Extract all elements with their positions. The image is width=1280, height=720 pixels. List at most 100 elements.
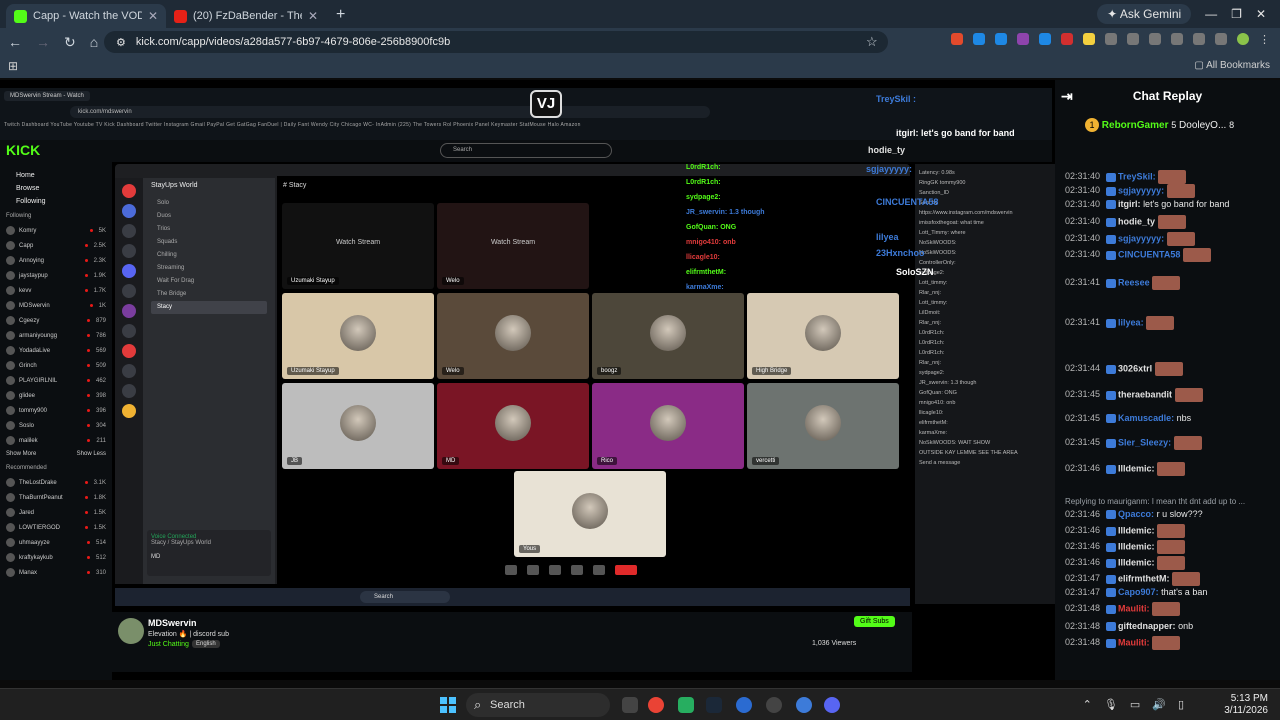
close-window-icon[interactable]: ✕ (1256, 7, 1266, 21)
app-icon[interactable] (796, 697, 812, 713)
list-item: Grinch 509 (6, 358, 106, 373)
extension-icon[interactable] (1017, 33, 1029, 45)
chevron-up-icon[interactable]: ⌃ (1083, 698, 1092, 711)
site-info-icon[interactable]: ⚙ (116, 36, 126, 49)
back-icon[interactable]: ← (8, 34, 22, 50)
ask-gemini-button[interactable]: ✦ Ask Gemini (1097, 4, 1192, 24)
extension-icon[interactable] (1039, 33, 1051, 45)
network-icon[interactable]: ▭ (1130, 698, 1140, 711)
clock[interactable]: 5:13 PM 3/11/2026 (1224, 693, 1268, 717)
call-controls (505, 562, 637, 578)
avatar (6, 421, 15, 430)
extension-icon[interactable] (1193, 33, 1205, 45)
collapse-chat-icon[interactable]: ⇥ (1061, 88, 1073, 105)
recommended-heading: Recommended (6, 465, 47, 471)
address-bar[interactable]: ⚙ kick.com/capp/videos/a28da577-6b97-467… (104, 31, 888, 53)
message-timestamp: 02:31:41 (1065, 317, 1101, 328)
file-explorer-icon[interactable] (622, 697, 638, 713)
new-tab-button[interactable]: + (326, 6, 355, 28)
extension-icon[interactable] (1061, 33, 1073, 45)
badge-icon (1106, 217, 1117, 227)
all-bookmarks-button[interactable]: ▢ All Bookmarks (1194, 60, 1270, 71)
restore-icon[interactable]: ❐ (1231, 7, 1242, 21)
xbox-icon[interactable] (678, 697, 694, 713)
reload-icon[interactable]: ↻ (64, 34, 76, 51)
chat-message: 02:31:48 giftednapper: onb (1065, 620, 1279, 633)
steam-icon[interactable] (706, 697, 722, 713)
tab-title: (20) FzDaBender - The Face (Of (193, 10, 302, 22)
inner-chat-line: NoSkiWOODS: (919, 240, 957, 246)
tile-label: Welo (442, 277, 464, 285)
avatar (6, 508, 15, 517)
tab-kick[interactable]: Capp - Watch the VOD on Ki ✕ (6, 4, 166, 28)
bookmark-star-icon[interactable]: ☆ (866, 34, 878, 50)
close-icon[interactable]: ✕ (308, 9, 318, 23)
message-username: lilyea: (1118, 317, 1144, 328)
home-icon[interactable]: ⌂ (90, 34, 98, 50)
battery-icon[interactable]: ▯ (1178, 698, 1184, 711)
viewer-count: 1.8K (93, 494, 106, 501)
emote (1158, 170, 1187, 184)
extension-icon[interactable] (1105, 33, 1117, 45)
extension-icon[interactable] (1215, 33, 1227, 45)
channels: Solo Duos Trios Squads Chilling Streaming Wait… (151, 197, 267, 314)
badge-icon (1106, 200, 1117, 210)
inner-search: Search (440, 143, 612, 158)
live-dot-icon (86, 424, 90, 427)
mic-icon[interactable]: 🎙 (1104, 698, 1118, 711)
close-icon[interactable]: ✕ (148, 9, 158, 23)
inner-chat-line: L0rdR1ch: (919, 340, 945, 346)
obs-icon[interactable] (766, 697, 782, 713)
emote (1157, 462, 1186, 476)
server-icon (122, 264, 136, 278)
list-item: PLAYGIRLNIL 462 (6, 373, 106, 388)
apps-grid-icon[interactable]: ⊞ (8, 59, 18, 73)
avatar (495, 405, 531, 441)
viewer-count: 512 (95, 554, 106, 561)
inner-chat-line: Sanction_ID (919, 190, 949, 196)
channel-name: YodadaLive (19, 347, 51, 354)
stream-tag: English (192, 640, 220, 648)
discord-icon[interactable] (824, 697, 840, 713)
emote (1166, 232, 1195, 246)
badge-icon (1106, 278, 1117, 288)
extension-icon[interactable] (1171, 33, 1183, 45)
inner-chat-line: mnigo410: onb (919, 400, 956, 406)
chrome-icon[interactable] (648, 697, 664, 713)
video-tile: JB (282, 383, 434, 469)
taskbar-search[interactable]: Search (466, 693, 610, 717)
browser-tab-strip: Capp - Watch the VOD on Ki ✕ (20) FzDaBe… (0, 0, 1280, 28)
inner-chat-line: Send a message (919, 460, 961, 466)
ccleaner-icon[interactable] (736, 697, 752, 713)
windows-start-icon[interactable] (440, 697, 456, 713)
tile-label: Rico (597, 457, 618, 465)
list-item: kevv 1.7K (6, 283, 106, 298)
extension-icon[interactable] (951, 33, 963, 45)
extension-icon[interactable] (995, 33, 1007, 45)
volume-icon[interactable]: 🔊 (1152, 698, 1166, 711)
extension-icon[interactable] (1127, 33, 1139, 45)
live-dot-icon (86, 364, 90, 367)
message-username: TreySkil: (1118, 171, 1156, 182)
extension-icon[interactable] (1083, 33, 1095, 45)
video-tile: vercetti (747, 383, 899, 469)
inner-tab-title: MDSwervin Stream - Watch (4, 91, 90, 101)
extension-icon[interactable] (1149, 33, 1161, 45)
end-call-icon (615, 565, 637, 575)
menu-icon[interactable]: ⋮ (1259, 33, 1270, 46)
emote (1157, 556, 1186, 570)
extension-icon[interactable] (973, 33, 985, 45)
viewer-count: 509 (95, 362, 106, 369)
message-timestamp: 02:31:46 (1065, 541, 1101, 552)
overlay-chat-line: elifrmthetM: (686, 269, 727, 276)
viewer-count: 514 (95, 539, 106, 546)
channel-name: kraftykaykub (19, 554, 53, 561)
minimize-icon[interactable]: — (1205, 7, 1217, 21)
message-username: Illdemic: (1118, 557, 1155, 568)
forward-icon[interactable]: → (36, 34, 50, 50)
server-icon (122, 344, 136, 358)
discord-server-list (115, 178, 143, 584)
profile-avatar[interactable] (1237, 33, 1249, 45)
tab-youtube[interactable]: (20) FzDaBender - The Face (Of ✕ (166, 4, 326, 28)
emote (1152, 636, 1181, 650)
